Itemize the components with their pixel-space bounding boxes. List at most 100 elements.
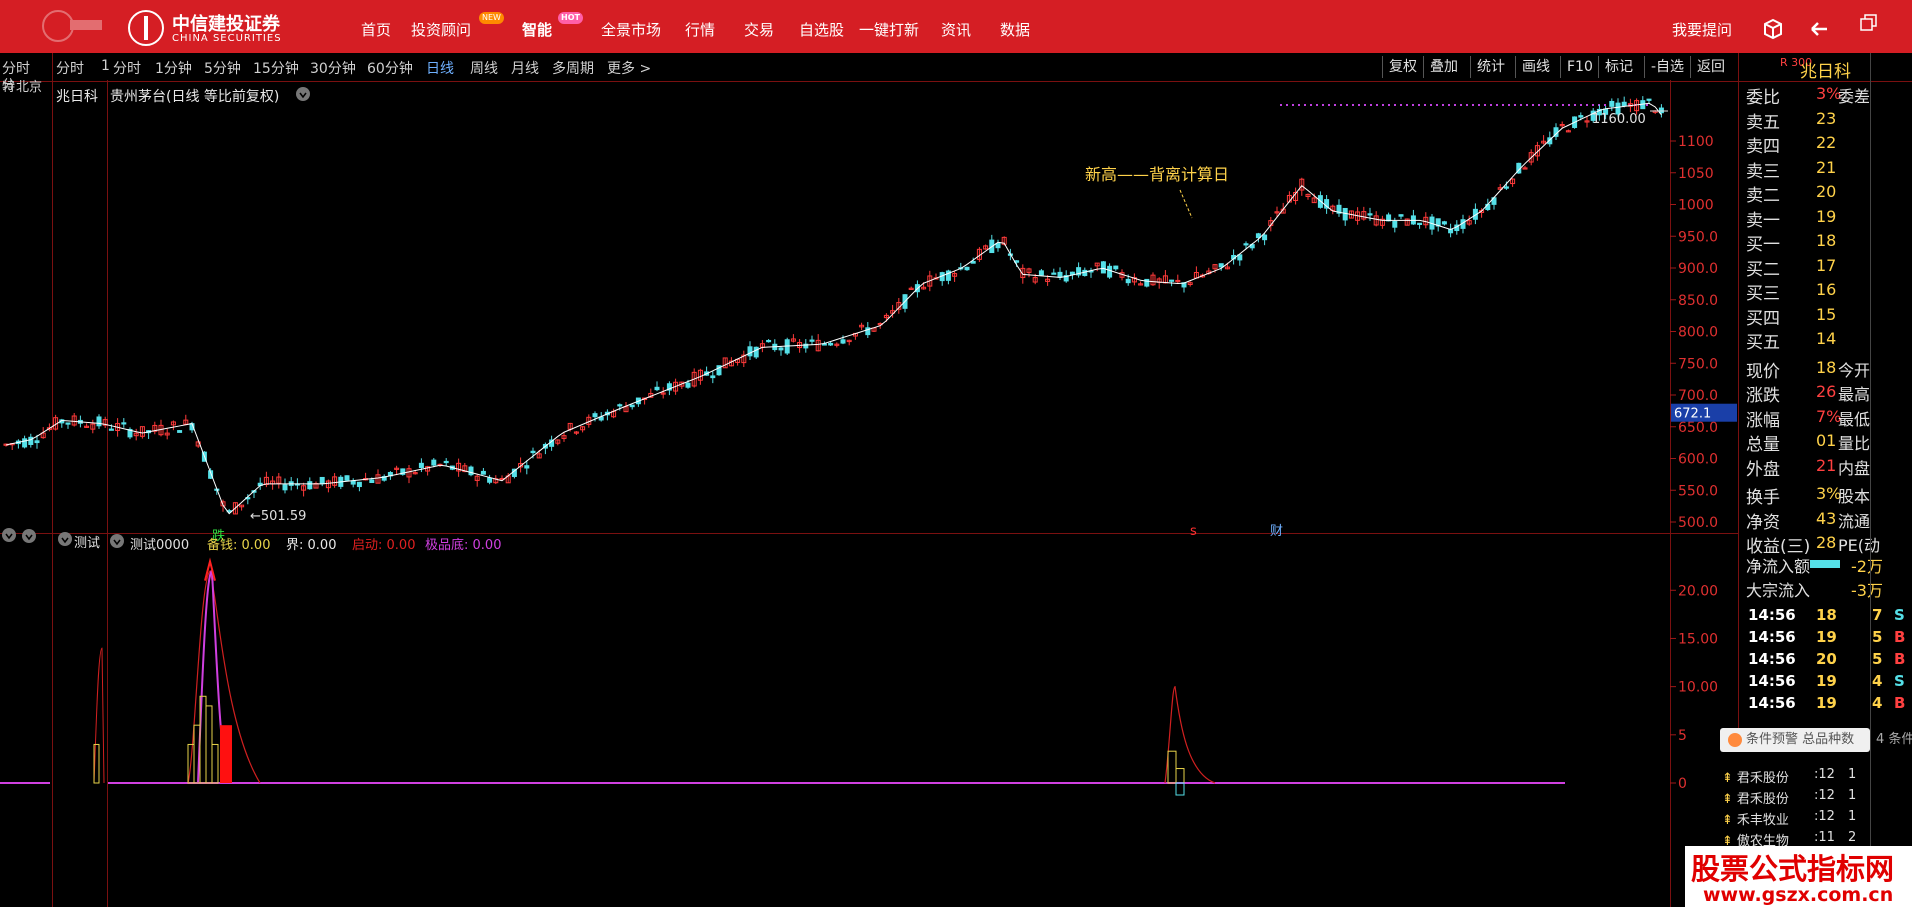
quote-label: 卖一 [1746,210,1780,231]
cube-icon[interactable] [1762,18,1784,40]
ask-question-button[interactable]: 我要提问 [1672,0,1732,53]
candle-body [1113,265,1119,270]
stats-button[interactable]: 统计 [1470,56,1511,78]
tab-fenshi-left[interactable]: 分时 [56,58,84,78]
beiqian-bar-2 [1167,750,1177,784]
mark-button[interactable]: 标记 [1598,56,1639,78]
candle-body [34,440,40,444]
quote-label: 卖三 [1746,161,1780,182]
tab-multi-period[interactable]: 多周期 [552,58,594,78]
tab-30min[interactable]: 30分钟 [310,58,356,78]
candle-body [1646,98,1652,101]
candle-body [1125,278,1131,284]
rise-arrow-icon: ⇞ [1722,771,1733,786]
quote-value: 21 [1816,455,1837,475]
candle-body [369,479,375,483]
chevron-down-icon[interactable] [110,534,124,548]
flow-bar [1810,560,1840,568]
quote-label: 涨跌 [1746,386,1780,406]
indicator-value-jie: 界: 0.00 [286,534,336,553]
indicator-value-qidong: 启动: 0.00 [352,534,415,553]
note-arrow [1179,189,1193,219]
nav-item-trade[interactable]: 交易 [744,0,774,53]
nav-item-quotes[interactable]: 行情 [685,0,715,53]
nav-item-data[interactable]: 数据 [1000,0,1030,53]
watchlist-item[interactable]: ⇞ 禾丰牧业:12 1 [1722,809,1856,828]
overlay-button[interactable]: 叠加 [1423,56,1464,78]
tab-monthly[interactable]: 月线 [511,58,539,78]
tick-time: 14:56 [1748,606,1796,624]
watchlist-item[interactable]: ⇞ 君禾股份:12 1 [1722,788,1856,807]
tab-60min[interactable]: 60分钟 [367,58,413,78]
tab-1min[interactable]: 1分钟 [155,58,192,78]
hot-badge: HOT [558,12,583,24]
candle-body [319,476,325,485]
kline-chart[interactable]: 1100 1050 1000 950.0 900.0 850.0 800.0 750.0 700… [0,80,1738,907]
draw-line-button[interactable]: 画线 [1515,56,1556,78]
tab-15min[interactable]: 15分钟 [253,58,299,78]
quote-label: 买五 [1746,333,1780,353]
candle-body [487,477,493,483]
tick-price: 19 [1816,628,1837,646]
watchlist-value: :12 [1814,767,1835,782]
quote-extra-label: 流通 [1838,511,1871,531]
tab-5min[interactable]: 5分钟 [204,58,241,78]
alert-icon [1728,732,1742,747]
candle-body [1169,279,1175,282]
tab-weekly[interactable]: 周线 [470,58,498,78]
indicator-name[interactable]: 测试0000 [130,534,189,553]
condition-alert-banner[interactable]: 条件预警 总品种数 [1720,728,1870,752]
indicator-tick-label: 0 [1678,776,1687,792]
brand-logo[interactable]: 中信建投证券 CHINA SECURITIES [128,8,328,48]
nav-item-news[interactable]: 资讯 [941,0,971,53]
return-button[interactable]: 返回 [1690,56,1731,78]
tab-daily[interactable]: 日线 [426,58,454,78]
right-edge-panel [1870,53,1912,907]
nav-item-market[interactable]: 全景市场 [601,0,661,53]
candle-body [22,438,28,448]
tab-more[interactable]: 更多 > [607,58,651,78]
beiqian-bar [211,743,219,784]
watchlist-count: 1 [1848,767,1857,782]
tick-time: 14:56 [1748,628,1796,646]
candle-body [431,459,437,466]
tick-side: S [1894,606,1905,624]
indicator-left-tab[interactable]: 测试 [74,532,100,551]
low-price-label: ←501.59 [250,509,306,524]
new-badge: NEW [479,12,504,24]
back-arrow-icon[interactable] [1808,18,1830,40]
flow-label: 净流入额 [1746,557,1811,576]
remove-watchlist-button[interactable]: -自选 [1644,56,1690,78]
nav-item-watchlist[interactable]: 自选股 [799,0,844,53]
quote-extra-label: 股本 [1838,487,1871,506]
watchlist-item[interactable]: ⇞ 君禾股份:12 1 [1722,767,1856,786]
tab-one[interactable]: 1 [101,58,110,74]
nav-item-ipo[interactable]: 一键打新 [859,0,919,53]
chevron-down-icon[interactable] [58,532,72,546]
quote-label: 涨幅 [1746,410,1780,431]
fuquan-button[interactable]: 复权 [1382,56,1423,78]
quote-label: 买三 [1746,284,1780,304]
nav-item-home[interactable]: 首页 [361,0,391,53]
watchlist-count: 1 [1848,788,1857,803]
watchlist-item[interactable]: ⇞ 傲农生物:11 2 [1722,830,1856,849]
candle-body [96,416,102,427]
chevron-down-icon[interactable] [2,528,16,542]
candle-body [177,430,183,433]
nav-item-smart[interactable]: 智能 HOT [522,0,583,53]
alert-text: 条件预警 总品种数 [1746,732,1855,747]
candle-body [1243,243,1249,246]
high-price-label: 1160.00 [1592,112,1646,127]
candle-body [1485,203,1491,211]
quote-label: 买二 [1746,259,1780,280]
candle-body [1342,207,1348,221]
f10-button[interactable]: F10 [1560,56,1599,78]
candle-body [778,347,784,351]
restore-window-icon[interactable] [1858,12,1880,34]
nav-label: 自选股 [799,21,845,39]
chevron-down-icon[interactable] [22,529,36,543]
candle-body [1038,270,1044,276]
tab-fenshi[interactable]: 分时 [113,58,141,78]
nav-item-advisor[interactable]: 投资顾问 NEW [411,0,504,53]
candle-body [809,339,815,342]
